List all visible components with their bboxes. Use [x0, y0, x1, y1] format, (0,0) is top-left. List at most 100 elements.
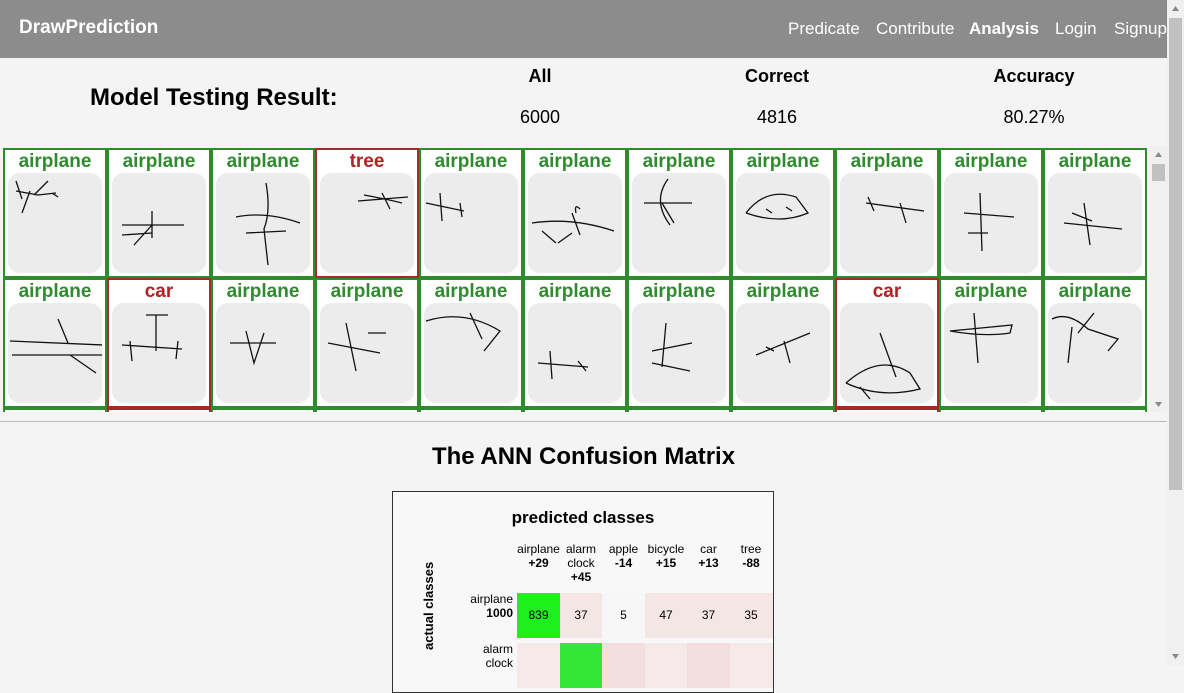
sketch-image	[15, 180, 59, 214]
sketch-image	[235, 182, 301, 266]
drawing-card[interactable]: airplane	[523, 148, 627, 278]
drawing-card[interactable]: airplane	[211, 278, 315, 408]
drawing-card[interactable]	[939, 408, 1043, 412]
sketch-image	[425, 312, 501, 352]
page-scrollbar-track	[1169, 6, 1182, 659]
drawing-canvas	[944, 303, 1038, 403]
drawing-card[interactable]: airplane	[211, 148, 315, 278]
drawing-prediction-label: tree	[349, 151, 385, 172]
drawing-prediction-label: airplane	[954, 151, 1028, 172]
drawing-canvas	[112, 173, 206, 273]
drawing-card[interactable]	[315, 408, 419, 412]
drawing-prediction-label: airplane	[18, 281, 92, 302]
drawing-card[interactable]: airplane	[523, 278, 627, 408]
drawing-card[interactable]: car	[107, 278, 211, 408]
sketch-image	[327, 322, 386, 372]
drawing-card[interactable]: airplane	[419, 148, 523, 278]
drawing-canvas	[736, 303, 830, 403]
drawing-card[interactable]: airplane	[627, 278, 731, 408]
nav-analysis[interactable]: Analysis	[969, 19, 1039, 39]
drawing-card[interactable]	[731, 408, 835, 412]
sketch-image	[1051, 312, 1120, 364]
drawing-card[interactable]: car	[835, 278, 939, 408]
matrix-column-header: alarm clock +45	[560, 542, 603, 584]
drawing-card[interactable]: airplane	[627, 148, 731, 278]
drawing-grid: airplane airplane airplane tree airplane airp…	[0, 146, 1150, 412]
brand-logo[interactable]: DrawPrediction	[19, 17, 158, 39]
drawing-card[interactable]: airplane	[107, 148, 211, 278]
drawing-card[interactable]	[419, 408, 523, 412]
drawing-prediction-label: airplane	[850, 151, 924, 172]
drawing-prediction-label: airplane	[1058, 281, 1132, 302]
sketch-image	[755, 332, 811, 364]
drawing-canvas	[216, 173, 310, 273]
drawing-prediction-label: car	[144, 281, 174, 302]
drawing-card[interactable]: airplane	[3, 148, 107, 278]
matrix-column-header: tree -88	[730, 542, 773, 570]
drawing-card[interactable]: airplane	[835, 148, 939, 278]
drawing-card[interactable]: airplane	[419, 278, 523, 408]
drawing-card[interactable]: tree	[315, 148, 419, 278]
drawing-canvas	[632, 303, 726, 403]
drawing-card[interactable]	[107, 408, 211, 412]
stat-correct-value: 4816	[756, 107, 798, 127]
matrix-cell	[687, 643, 730, 688]
drawing-card[interactable]: airplane	[315, 278, 419, 408]
drawing-card[interactable]: airplane	[3, 278, 107, 408]
sketch-image	[865, 196, 925, 224]
row-total: 1000	[486, 606, 513, 620]
drawing-canvas	[1048, 173, 1142, 273]
nav-login[interactable]: Login	[1055, 19, 1097, 39]
nav-predicate[interactable]: Predicate	[788, 19, 860, 39]
nav-contribute[interactable]: Contribute	[876, 19, 954, 39]
matrix-cell: 5	[602, 593, 645, 638]
sketch-image	[9, 318, 102, 374]
drawing-card[interactable]	[627, 408, 731, 412]
drawing-card[interactable]: airplane	[939, 278, 1043, 408]
drawing-canvas	[1048, 303, 1142, 403]
drawing-card[interactable]	[523, 408, 627, 412]
nav-signup[interactable]: Signup	[1114, 19, 1167, 39]
drawing-card[interactable]: airplane	[731, 278, 835, 408]
drawing-card[interactable]: airplane	[731, 148, 835, 278]
drawing-card[interactable]: airplane	[939, 148, 1043, 278]
stats-panel: Model Testing Result: All Correct Accura…	[0, 58, 1167, 144]
column-class-name: tree	[740, 542, 762, 556]
scroll-down-arrow-icon	[1155, 402, 1162, 407]
stat-all-header: All	[528, 66, 552, 86]
drawing-prediction-label: airplane	[538, 281, 612, 302]
matrix-row-header: alarm clock	[453, 642, 513, 670]
page-scroll-down-icon	[1172, 654, 1179, 659]
scroll-up-arrow-icon	[1155, 152, 1162, 157]
drawing-canvas	[424, 303, 518, 403]
drawing-prediction-label: airplane	[434, 281, 508, 302]
drawing-card[interactable]	[1043, 408, 1147, 412]
sketch-image	[357, 192, 409, 210]
drawing-prediction-label: airplane	[226, 281, 300, 302]
drawing-card[interactable]	[3, 408, 107, 412]
matrix-row-header: airplane 1000	[453, 592, 513, 620]
column-class-name: alarm clock	[565, 542, 596, 570]
grid-scrollbar[interactable]	[1150, 146, 1167, 412]
column-delta: -14	[614, 556, 633, 570]
matrix-cell: 35	[729, 593, 773, 638]
drawing-prediction-label: airplane	[642, 151, 716, 172]
matrix-column-header: airplane +29	[517, 542, 560, 570]
matrix-cell	[559, 643, 603, 688]
drawing-prediction-label: airplane	[746, 281, 820, 302]
grid-scrollbar-track	[1152, 152, 1165, 407]
sketch-image	[1063, 202, 1123, 246]
drawing-card[interactable]: airplane	[1043, 148, 1147, 278]
page-scrollbar[interactable]	[1167, 0, 1184, 665]
drawing-card[interactable]	[211, 408, 315, 412]
sketch-image	[949, 312, 1013, 364]
navbar: DrawPrediction Predicate Contribute Anal…	[0, 0, 1167, 58]
drawing-prediction-label: airplane	[18, 151, 92, 172]
drawing-canvas	[528, 173, 622, 273]
sketch-image	[644, 178, 692, 226]
sketch-image	[425, 192, 465, 222]
confusion-matrix-title: The ANN Confusion Matrix	[431, 443, 736, 470]
drawing-card[interactable]: airplane	[1043, 278, 1147, 408]
drawing-card[interactable]	[835, 408, 939, 412]
drawing-prediction-label: airplane	[538, 151, 612, 172]
